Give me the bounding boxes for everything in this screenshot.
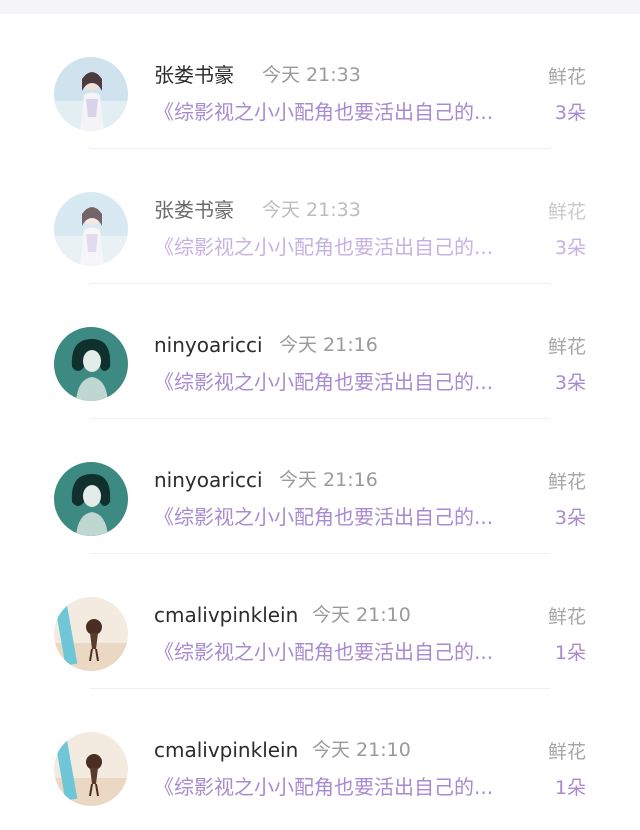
- avatar[interactable]: [54, 327, 128, 401]
- gift-label: 鲜花: [547, 336, 586, 358]
- list-item[interactable]: ninyoaricci 今天 21:16 《综影视之小小配角也要活出自己的...…: [0, 284, 640, 419]
- book-title-link[interactable]: 《综影视之小小配角也要活出自己的...: [154, 233, 534, 261]
- gift-count: 3朵: [554, 102, 586, 124]
- gift-label: 鲜花: [547, 201, 586, 223]
- gift-label: 鲜花: [547, 741, 586, 763]
- gift-record-list: 张娄书豪 今天 21:33 《综影视之小小配角也要活出自己的... 鲜花 3朵 …: [0, 14, 640, 824]
- timestamp: 今天 21:33: [262, 64, 361, 86]
- gift-label: 鲜花: [547, 66, 586, 88]
- gift-label: 鲜花: [547, 606, 586, 628]
- book-title-link[interactable]: 《综影视之小小配角也要活出自己的...: [154, 773, 534, 801]
- beach-avatar: [54, 597, 128, 671]
- beach-avatar: [54, 732, 128, 806]
- gift-count: 3朵: [554, 372, 586, 394]
- timestamp: 今天 21:10: [312, 739, 411, 761]
- list-item[interactable]: ninyoaricci 今天 21:16 《综影视之小小配角也要活出自己的...…: [0, 419, 640, 554]
- timestamp: 今天 21:16: [279, 469, 378, 491]
- timestamp: 今天 21:10: [312, 604, 411, 626]
- book-title-link[interactable]: 《综影视之小小配角也要活出自己的...: [154, 98, 534, 126]
- book-title-link[interactable]: 《综影视之小小配角也要活出自己的...: [154, 368, 534, 396]
- avatar[interactable]: [54, 732, 128, 806]
- gift-count: 1朵: [554, 777, 586, 799]
- avatar[interactable]: [54, 597, 128, 671]
- top-strip: [0, 0, 640, 14]
- girl-portrait-avatar: [54, 57, 128, 131]
- bob-hair-avatar: [54, 327, 128, 401]
- gift-label: 鲜花: [547, 471, 586, 493]
- book-title-link[interactable]: 《综影视之小小配角也要活出自己的...: [154, 638, 534, 666]
- timestamp: 今天 21:16: [279, 334, 378, 356]
- user-name[interactable]: cmalivpinklein: [154, 602, 298, 628]
- timestamp: 今天 21:33: [262, 199, 361, 221]
- user-name[interactable]: 张娄书豪: [154, 62, 234, 88]
- avatar[interactable]: [54, 192, 128, 266]
- user-name[interactable]: 张娄书豪: [154, 197, 234, 223]
- list-item[interactable]: cmalivpinklein 今天 21:10 《综影视之小小配角也要活出自己的…: [0, 689, 640, 824]
- user-name[interactable]: ninyoaricci: [154, 332, 263, 358]
- user-name[interactable]: ninyoaricci: [154, 467, 263, 493]
- book-title-link[interactable]: 《综影视之小小配角也要活出自己的...: [154, 503, 534, 531]
- girl-portrait-avatar: [54, 192, 128, 266]
- gift-count: 1朵: [554, 642, 586, 664]
- list-item[interactable]: cmalivpinklein 今天 21:10 《综影视之小小配角也要活出自己的…: [0, 554, 640, 689]
- avatar[interactable]: [54, 462, 128, 536]
- gift-count: 3朵: [554, 507, 586, 529]
- bob-hair-avatar: [54, 462, 128, 536]
- list-item[interactable]: 张娄书豪 今天 21:33 《综影视之小小配角也要活出自己的... 鲜花 3朵: [0, 149, 640, 284]
- gift-count: 3朵: [554, 237, 586, 259]
- list-item[interactable]: 张娄书豪 今天 21:33 《综影视之小小配角也要活出自己的... 鲜花 3朵: [0, 14, 640, 149]
- avatar[interactable]: [54, 57, 128, 131]
- user-name[interactable]: cmalivpinklein: [154, 737, 298, 763]
